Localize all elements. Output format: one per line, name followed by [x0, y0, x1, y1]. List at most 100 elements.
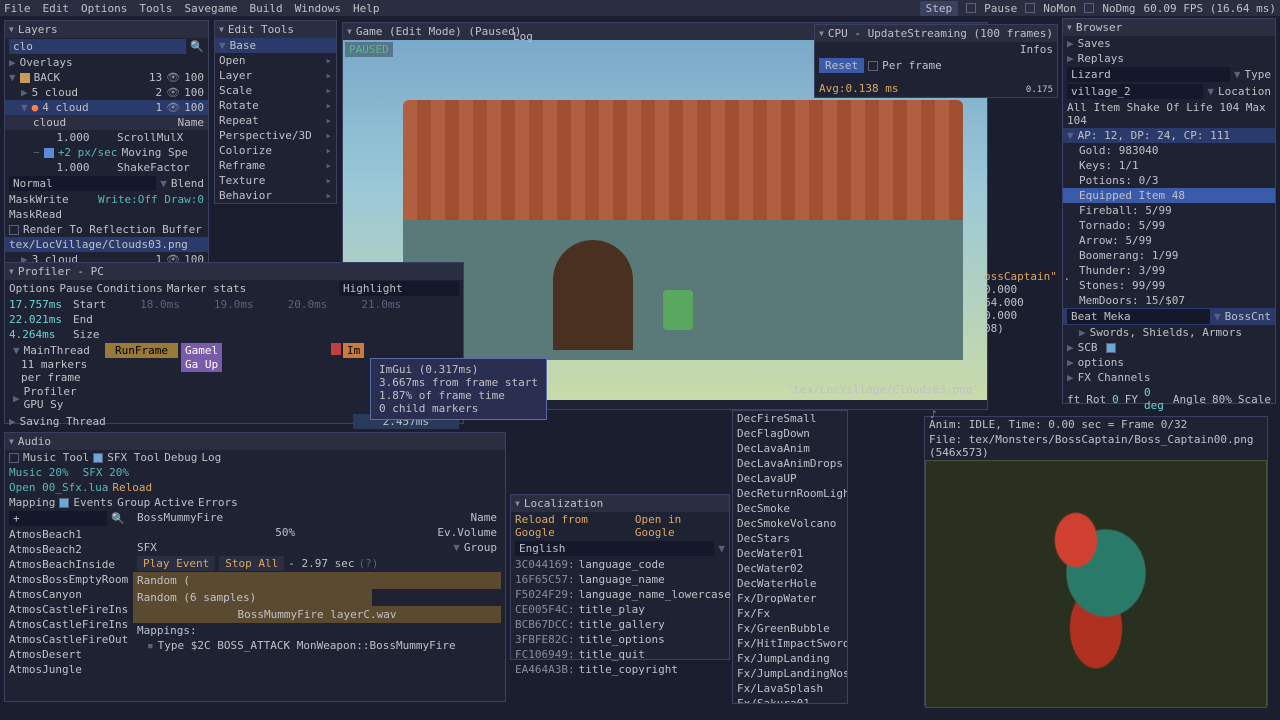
browser-header[interactable]: Browser	[1063, 19, 1275, 36]
dec-item[interactable]: Fx/JumpLandingNos	[733, 666, 847, 681]
group-tab[interactable]: Group	[117, 496, 150, 509]
overlays-node[interactable]: ▶Overlays	[5, 55, 208, 70]
audio-item[interactable]: AtmosCastleFireInsi	[5, 617, 129, 632]
prof-conditions[interactable]: Conditions	[96, 282, 162, 295]
dec-item[interactable]: Fx/Fx	[733, 606, 847, 621]
log-tab2[interactable]: Log	[201, 451, 221, 464]
prof-options[interactable]: Options	[9, 282, 55, 295]
dec-item[interactable]: Fx/DropWater	[733, 591, 847, 606]
options-node[interactable]: ▶options	[1063, 355, 1275, 370]
menu-build[interactable]: Build	[249, 2, 282, 15]
fxch-node[interactable]: ▶FX Channels	[1063, 370, 1275, 385]
perframe-check[interactable]	[868, 61, 878, 71]
reload-google[interactable]: Reload from Google	[515, 513, 631, 539]
events-tab[interactable]: Events	[73, 496, 113, 509]
wav-bar[interactable]: BossMummyFire layerC.wav	[133, 606, 501, 623]
audio-item[interactable]: AtmosBeachInside	[5, 557, 129, 572]
audio-item[interactable]: AtmosBossEmptyRoom	[5, 572, 129, 587]
dec-item[interactable]: Fx/LavaSplash	[733, 681, 847, 696]
replays-node[interactable]: ▶Replays	[1063, 51, 1275, 66]
edittool-texture[interactable]: Texture▸	[215, 173, 336, 188]
dec-item[interactable]: DecSmokeVolcano	[733, 516, 847, 531]
search-icon[interactable]: 🔍	[190, 40, 204, 53]
audio-filter[interactable]: +	[9, 511, 107, 526]
maskwrite-row[interactable]: MaskWriteWrite:Off Draw:0	[5, 192, 208, 207]
mapping-tab[interactable]: Mapping	[9, 496, 55, 509]
gaup-bar[interactable]: Ga Up	[181, 357, 222, 372]
declist-panel[interactable]: DecFireSmallDecFlagDownDecLavaAnimDecLav…	[732, 410, 848, 704]
nomon-check[interactable]	[1025, 3, 1035, 13]
equipped-row[interactable]: Equipped Item 48	[1063, 188, 1275, 203]
dec-item[interactable]: DecWater02	[733, 561, 847, 576]
infos-link[interactable]: Infos	[1020, 43, 1053, 56]
dec-item[interactable]: DecLavaAnim	[733, 441, 847, 456]
loc-row[interactable]: EA464A3B:title_copyright	[511, 662, 729, 677]
edittools-header[interactable]: Edit Tools	[215, 21, 336, 38]
audio-header[interactable]: Audio	[5, 433, 505, 450]
village-input[interactable]: village_2	[1067, 84, 1203, 99]
dec-item[interactable]: DecWaterHole	[733, 576, 847, 591]
reload-button[interactable]: Reload	[112, 481, 152, 494]
edittool-reframe[interactable]: Reframe▸	[215, 158, 336, 173]
audio-item[interactable]: AtmosCanyon	[5, 587, 129, 602]
dec-item[interactable]: DecSmoke	[733, 501, 847, 516]
edittool-open[interactable]: Open▸	[215, 53, 336, 68]
errors-tab[interactable]: Errors	[198, 496, 238, 509]
menu-windows[interactable]: Windows	[295, 2, 341, 15]
dec-item[interactable]: DecLavaUP	[733, 471, 847, 486]
open-google[interactable]: Open in Google	[635, 513, 725, 539]
dec-item[interactable]: DecReturnRoomLigh	[733, 486, 847, 501]
loc-row[interactable]: F5024F29:language_name_lowercase	[511, 587, 729, 602]
dec-item[interactable]: DecFireSmall	[733, 411, 847, 426]
random-bar[interactable]: Random (6 samples)	[133, 589, 372, 606]
edittool-behavior[interactable]: Behavior▸	[215, 188, 336, 203]
prof-pause[interactable]: Pause	[59, 282, 92, 295]
dec-item[interactable]: Fx/JumpLanding	[733, 651, 847, 666]
musictool-tab[interactable]: Music Tool	[23, 451, 89, 464]
loc-row[interactable]: 3C044169:language_code	[511, 557, 729, 572]
lizard-input[interactable]: Lizard	[1067, 67, 1230, 82]
cloud4-node[interactable]: ▼●4 cloud1👁100	[5, 100, 208, 115]
blend-row[interactable]: Normal▼Blend	[5, 175, 208, 192]
audio-item[interactable]: AtmosBeach1	[5, 527, 129, 542]
audio-item[interactable]: AtmosBeach2	[5, 542, 129, 557]
scroll-row[interactable]: 1.000ScrollMulX	[5, 130, 208, 145]
step-button[interactable]: Step	[920, 1, 959, 16]
layers-search[interactable]: clo	[9, 39, 186, 54]
audio-item[interactable]: AtmosJungle	[5, 662, 129, 677]
base-node[interactable]: ▼Base	[215, 38, 336, 53]
dec-item[interactable]: DecFlagDown	[733, 426, 847, 441]
highlight-input[interactable]: Highlight	[339, 281, 459, 296]
edittool-repeat[interactable]: Repeat▸	[215, 113, 336, 128]
runframe-bar[interactable]: RunFrame	[105, 343, 178, 358]
audio-item[interactable]: AtmosDesert	[5, 647, 129, 662]
menu-tools[interactable]: Tools	[139, 2, 172, 15]
loc-row[interactable]: 16F65C57:language_name	[511, 572, 729, 587]
scb-node[interactable]: ▶SCB	[1063, 340, 1275, 355]
play-event[interactable]: Play Event	[137, 556, 215, 571]
dec-item[interactable]: Fx/GreenBubble	[733, 621, 847, 636]
menu-file[interactable]: File	[4, 2, 31, 15]
texpath-row[interactable]: tex/LocVillage/Clouds03.png	[5, 237, 208, 252]
swords-node[interactable]: ▶Swords, Shields, Armors	[1063, 325, 1275, 340]
shake-row[interactable]: 1.000ShakeFactor	[5, 160, 208, 175]
loc-row[interactable]: FC106949:title_quit	[511, 647, 729, 662]
edittool-colorize[interactable]: Colorize▸	[215, 143, 336, 158]
loc-header[interactable]: Localization	[511, 495, 729, 512]
dec-item[interactable]: DecWater01	[733, 546, 847, 561]
loc-row[interactable]: CE005F4C:title_play	[511, 602, 729, 617]
lang-select[interactable]: English	[515, 541, 714, 556]
sfxtool-tab[interactable]: SFX Tool	[107, 451, 160, 464]
p-bar[interactable]	[331, 343, 341, 355]
beatmeka-input[interactable]: Beat Meka	[1067, 309, 1210, 324]
stop-all[interactable]: Stop All	[219, 556, 284, 571]
menu-edit[interactable]: Edit	[43, 2, 70, 15]
moving-row[interactable]: −+2 px/secMoving Spe	[5, 145, 208, 160]
maskread-row[interactable]: MaskRead	[5, 207, 208, 222]
dec-item[interactable]: DecStars	[733, 531, 847, 546]
loc-row[interactable]: BCB67DCC:title_gallery	[511, 617, 729, 632]
nodmg-check[interactable]	[1084, 3, 1094, 13]
dec-item[interactable]: DecLavaAnimDrops	[733, 456, 847, 471]
random-bar-short[interactable]: Random (	[133, 572, 501, 589]
loc-row[interactable]: 3FBFE82C:title_options	[511, 632, 729, 647]
